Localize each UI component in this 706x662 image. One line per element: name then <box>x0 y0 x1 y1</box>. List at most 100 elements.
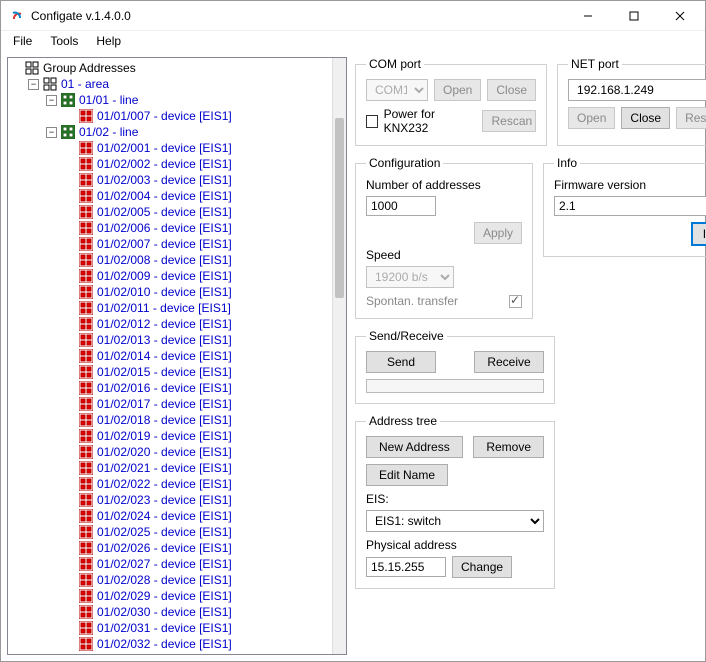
tree-area[interactable]: − 01 - area <box>10 76 330 92</box>
change-button[interactable]: Change <box>452 556 512 578</box>
tree-device[interactable]: 01/02/019 - device [EIS1] <box>10 428 330 444</box>
tree-red-icon <box>79 237 93 251</box>
tree-line-2[interactable]: − 01/02 - line <box>10 124 330 140</box>
tree-device[interactable]: 01/02/002 - device [EIS1] <box>10 156 330 172</box>
tree-node-label: 01/02/006 - device [EIS1] <box>97 221 232 235</box>
maximize-button[interactable] <box>611 2 657 30</box>
tree-node-label: 01/01 - line <box>79 93 138 107</box>
close-button[interactable] <box>657 2 703 30</box>
tree-device[interactable]: 01/02/022 - device [EIS1] <box>10 476 330 492</box>
com-rescan-button[interactable]: Rescan <box>482 110 536 132</box>
com-port-select[interactable]: COM1 <box>366 79 428 101</box>
tree-device[interactable]: 01/02/007 - device [EIS1] <box>10 236 330 252</box>
net-rescan-button[interactable]: Rescan <box>676 107 706 129</box>
addr-legend: Address tree <box>366 414 440 428</box>
tree-device[interactable]: 01/02/029 - device [EIS1] <box>10 588 330 604</box>
tree-device[interactable]: 01/02/004 - device [EIS1] <box>10 188 330 204</box>
tree-node-label: 01/02/025 - device [EIS1] <box>97 525 232 539</box>
tree-node-label: 01/02/032 - device [EIS1] <box>97 637 232 651</box>
info-group: Info Firmware version Info <box>543 156 706 257</box>
tree-device[interactable]: 01/02/032 - device [EIS1] <box>10 636 330 652</box>
tree-device[interactable]: 01/02/008 - device [EIS1] <box>10 252 330 268</box>
tree-node-label: 01/02/007 - device [EIS1] <box>97 237 232 251</box>
tree-node-label: 01/02/028 - device [EIS1] <box>97 573 232 587</box>
menu-tools[interactable]: Tools <box>42 32 86 50</box>
tree-node-label: 01/02/022 - device [EIS1] <box>97 477 232 491</box>
tree-scroll-thumb[interactable] <box>335 118 344 298</box>
tree-scrollbar[interactable] <box>332 58 346 654</box>
tree-line-1[interactable]: − 01/01 - line <box>10 92 330 108</box>
menu-file[interactable]: File <box>5 32 40 50</box>
menubar: File Tools Help <box>1 31 705 51</box>
new-address-button[interactable]: New Address <box>366 436 463 458</box>
tree-device[interactable]: 01/02/011 - device [EIS1] <box>10 300 330 316</box>
net-open-button[interactable]: Open <box>568 107 615 129</box>
tree-device[interactable]: 01/02/026 - device [EIS1] <box>10 540 330 556</box>
tree-expander-icon[interactable]: − <box>46 127 57 138</box>
tree-node-label: 01/02/026 - device [EIS1] <box>97 541 232 555</box>
tree-device[interactable]: 01/02/003 - device [EIS1] <box>10 172 330 188</box>
tree-device[interactable]: 01/02/025 - device [EIS1] <box>10 524 330 540</box>
tree-device[interactable]: 01/02/005 - device [EIS1] <box>10 204 330 220</box>
net-ip-select[interactable]: 192.168.1.249 <box>568 79 706 101</box>
tree-device[interactable]: 01/02/028 - device [EIS1] <box>10 572 330 588</box>
net-port-group: NET port 192.168.1.249 Open Close Rescan <box>557 57 706 146</box>
tree-node-label: 01/02/027 - device [EIS1] <box>97 557 232 571</box>
tree-device[interactable]: 01/01/007 - device [EIS1] <box>10 108 330 124</box>
tree-red-icon <box>79 413 93 427</box>
minimize-button[interactable] <box>565 2 611 30</box>
tree-node-label: 01/02/005 - device [EIS1] <box>97 205 232 219</box>
power-knx232-checkbox[interactable] <box>366 115 378 128</box>
tree-device[interactable]: 01/02/012 - device [EIS1] <box>10 316 330 332</box>
tree-expander-icon[interactable]: − <box>46 95 57 106</box>
tree-device[interactable]: 01/02/006 - device [EIS1] <box>10 220 330 236</box>
tree-device[interactable]: 01/02/014 - device [EIS1] <box>10 348 330 364</box>
apply-button[interactable]: Apply <box>474 222 522 244</box>
spontan-checkbox[interactable] <box>509 295 522 308</box>
info-legend: Info <box>554 156 580 170</box>
net-close-button[interactable]: Close <box>621 107 670 129</box>
tree-node-label: 01/02/031 - device [EIS1] <box>97 621 232 635</box>
receive-button[interactable]: Receive <box>474 351 544 373</box>
eis-select[interactable]: EIS1: switch <box>366 510 544 532</box>
tree-device[interactable]: 01/02/009 - device [EIS1] <box>10 268 330 284</box>
tree-device[interactable]: 01/02/020 - device [EIS1] <box>10 444 330 460</box>
tree-root[interactable]: Group Addresses <box>10 60 330 76</box>
tree-device[interactable]: 01/02/016 - device [EIS1] <box>10 380 330 396</box>
info-button[interactable]: Info <box>691 222 706 246</box>
menu-help[interactable]: Help <box>88 32 129 50</box>
tree-expander-icon[interactable]: − <box>28 79 39 90</box>
tree-device[interactable]: 01/02/024 - device [EIS1] <box>10 508 330 524</box>
tree-red-icon <box>79 509 93 523</box>
firmware-value <box>554 196 706 216</box>
tree-node-label: 01/02/018 - device [EIS1] <box>97 413 232 427</box>
tree-red-icon <box>79 173 93 187</box>
net-legend: NET port <box>568 57 622 71</box>
tree-device[interactable]: 01/02/010 - device [EIS1] <box>10 284 330 300</box>
tree-device[interactable]: 01/02/031 - device [EIS1] <box>10 620 330 636</box>
tree-node-label: 01/02/011 - device [EIS1] <box>97 301 231 315</box>
num-addresses-input[interactable] <box>366 196 436 216</box>
tree-device[interactable]: 01/02/013 - device [EIS1] <box>10 332 330 348</box>
tree-device[interactable]: 01/02/017 - device [EIS1] <box>10 396 330 412</box>
edit-name-button[interactable]: Edit Name <box>366 464 448 486</box>
tree-node-label: 01/02/003 - device [EIS1] <box>97 173 232 187</box>
send-button[interactable]: Send <box>366 351 436 373</box>
tree-device[interactable]: 01/02/015 - device [EIS1] <box>10 364 330 380</box>
com-close-button[interactable]: Close <box>487 79 536 101</box>
tree-node-label: 01 - area <box>61 77 109 91</box>
physical-address-input[interactable] <box>366 557 446 577</box>
speed-select[interactable]: 19200 b/s <box>366 266 454 288</box>
tree-node-label: 01/02 - line <box>79 125 138 139</box>
tree-device[interactable]: 01/02/001 - device [EIS1] <box>10 140 330 156</box>
tree-device[interactable]: 01/02/021 - device [EIS1] <box>10 460 330 476</box>
com-open-button[interactable]: Open <box>434 79 481 101</box>
remove-address-button[interactable]: Remove <box>473 436 544 458</box>
tree-device[interactable]: 01/02/030 - device [EIS1] <box>10 604 330 620</box>
tree-node-label: 01/02/029 - device [EIS1] <box>97 589 232 603</box>
tree-device[interactable]: 01/02/027 - device [EIS1] <box>10 556 330 572</box>
tree-node-label: 01/02/001 - device [EIS1] <box>97 141 232 155</box>
power-knx232-label: Power for KNX232 <box>384 107 471 135</box>
tree-device[interactable]: 01/02/023 - device [EIS1] <box>10 492 330 508</box>
tree-device[interactable]: 01/02/018 - device [EIS1] <box>10 412 330 428</box>
